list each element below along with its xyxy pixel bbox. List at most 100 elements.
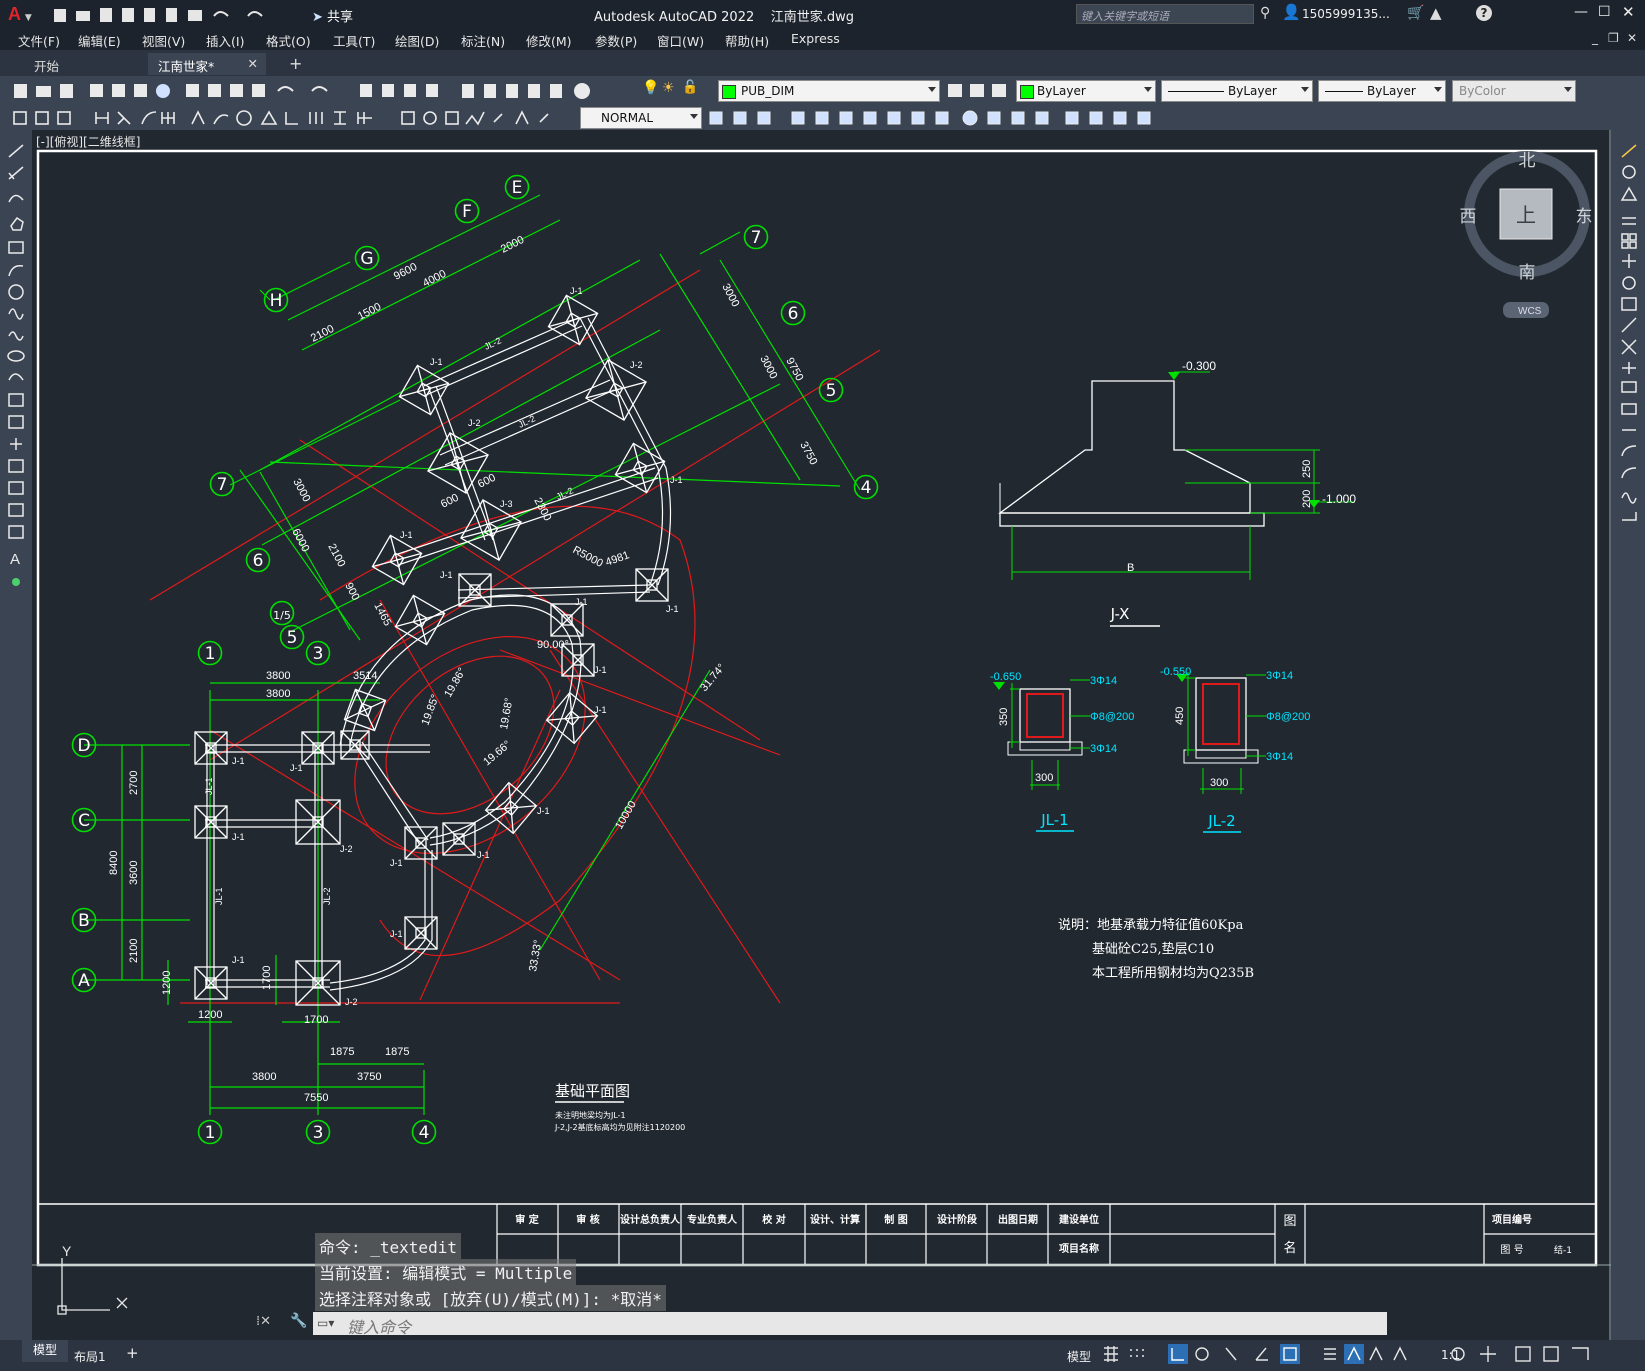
draw-toolbar-icons[interactable]: A [6,142,28,602]
user-name[interactable]: 1505999135... [1302,7,1390,21]
window-title: Autodesk AutoCAD 2022 江南世家.dwg [594,10,855,25]
footing-label: J-1 [670,475,683,485]
footing-label: J-1 [570,286,583,296]
tab-model-label: 模型 [32,1343,57,1357]
menu-file[interactable]: 文件(F) [18,31,60,50]
jl1-height: 350 [998,708,1010,726]
grid-bubble-label: E [512,178,523,198]
viewport-label[interactable]: [-][俯视][二维线框] [36,134,140,149]
menu-dimension[interactable]: 标注(N) [461,31,505,50]
layer-state-icons[interactable]: 💡 ☀ 🔓 [640,80,718,100]
chevron-down-icon [928,87,936,92]
menu-help[interactable]: 帮助(H) [725,31,769,50]
jl1-width: 300 [1035,772,1053,784]
menu-draw[interactable]: 绘图(D) [395,31,439,50]
quick-access-icons[interactable] [52,6,302,24]
grid-bubble-label: 6 [253,551,264,571]
menu-parametric[interactable]: 参数(P) [595,31,637,50]
menu-insert[interactable]: 插入(I) [206,31,244,50]
tb-cell: 制 图 [884,1213,907,1226]
jl2-title: JL-2 [1207,812,1235,830]
chevron-down-icon [1564,87,1572,92]
viewcube-west: 西 [1460,207,1477,227]
command-grip[interactable]: ⁞✕ [256,1314,271,1329]
chevron-down-icon [690,114,698,119]
chevron-down-icon [1434,87,1442,92]
lineweight-dropdown[interactable]: ByLayer [1318,80,1446,102]
help-icon[interactable]: ? [1476,5,1492,21]
jl1-elev: -0.650 [990,671,1021,683]
tab-drawing[interactable]: 江南世家* ✕ [148,53,266,75]
footing-label: J-1 [430,357,443,367]
menu-view[interactable]: 视图(V) [142,31,185,50]
close-button[interactable]: ✕ [1622,3,1635,21]
tab-close-icon[interactable]: ✕ [248,56,258,71]
tab-add-button[interactable]: + [279,51,312,73]
color-dropdown[interactable]: ByLayer [1016,80,1156,102]
status-toggles[interactable] [1102,1344,1642,1366]
tab-model[interactable]: 模型 [22,1340,68,1362]
tab-layout1[interactable]: 布局1 [74,1348,106,1365]
linetype-dropdown[interactable]: ByLayer [1161,80,1313,102]
add-layout-button[interactable]: + [126,1344,139,1362]
search-input[interactable]: 键入关键字或短语 [1076,4,1254,24]
note-line-1: 说明：地基承载力特征值60Kpa [1058,917,1244,933]
dim-text: 2700 [128,771,140,795]
doc-minimize-button[interactable]: _ [1592,31,1598,45]
dimstyle-dropdown[interactable]: NORMAL [580,107,702,129]
standard-toolbar-icons[interactable] [10,81,670,101]
app-menu-button[interactable]: A ▼ [8,4,38,24]
modify-toolbar-icons[interactable] [706,108,1226,128]
grid-bubble-label: B [78,911,90,931]
dim-text: 3800 [266,670,290,682]
wrench-icon[interactable]: 🔧 [290,1313,307,1329]
doc-close-button[interactable]: ✕ [1627,31,1637,45]
modify-toolbar-right-icons[interactable] [1619,142,1641,562]
doc-restore-button[interactable]: ❐ [1608,31,1619,45]
layer-color-swatch [722,85,736,99]
search-icon[interactable]: ⚲ [1260,5,1270,21]
color-value: ByLayer [1037,84,1086,98]
standard-toolbar: 💡 ☀ 🔓 PUB_DIM ByLayer ByLayer ByLayer By… [0,76,1645,104]
ucs-y-label: Y [62,1243,72,1259]
minimize-button[interactable]: — [1574,4,1588,20]
jl2-height: 450 [1174,707,1186,725]
lineweight-value: ByLayer [1367,84,1416,98]
model-space-button[interactable]: 模型 [1067,1348,1091,1365]
menu-edit[interactable]: 编辑(E) [78,31,121,50]
user-icon[interactable]: 👤 [1282,3,1301,21]
grid-bubble-label: 1 [205,1123,216,1143]
cart-icon[interactable]: 🛒 [1407,5,1424,21]
grid-bubble-label: H [270,291,283,311]
dim-text: 7550 [304,1092,328,1104]
layer-dropdown[interactable]: PUB_DIM [718,80,940,102]
share-button[interactable]: ➤ 共享 [312,6,353,25]
footing-label: J-2 [468,418,481,428]
footing-label: J-1 [400,530,413,540]
footing-label: J-1 [390,929,403,939]
menu-express[interactable]: Express [791,31,840,46]
footing-label: J-1 [440,570,453,580]
grid-bubble-label: F [462,202,472,222]
command-input[interactable]: ▭▾ 键入命令 [313,1312,1387,1337]
viewcube-south: 南 [1519,263,1536,283]
command-history-1: 命令: _textedit [315,1233,461,1259]
grid-bubble-label: 3 [313,1123,324,1143]
tb-cell: 建设单位 [1058,1213,1099,1226]
autodesk-a360-icon[interactable]: ▲ [1430,4,1442,22]
menu-modify[interactable]: 修改(M) [526,31,572,50]
annotation-scale[interactable]: 1:1 [1441,1348,1460,1362]
tab-drawing-label: 江南世家* [158,59,215,74]
plan-note-2: J-2,J-2基底标高均为见附注1120200 [554,1122,685,1132]
svg-text:A: A [10,551,20,568]
maximize-button[interactable]: ☐ [1598,4,1611,20]
tab-start[interactable]: 开始 [24,53,138,75]
layer-tool-icons[interactable] [946,82,1016,100]
draw-toolbar: A [0,130,32,1340]
menu-format[interactable]: 格式(O) [266,31,311,50]
menu-tools[interactable]: 工具(T) [333,31,375,50]
dimension-toolbar-icons[interactable] [10,108,580,128]
menu-window[interactable]: 窗口(W) [657,31,704,50]
footing-label: J-3 [500,499,513,509]
drawing-canvas[interactable]: D C B A 1 3 1 3 4 H G F E 7 6 5 4 7 6 1/5 5 3800 3800 3514 2… [32,130,1611,1340]
